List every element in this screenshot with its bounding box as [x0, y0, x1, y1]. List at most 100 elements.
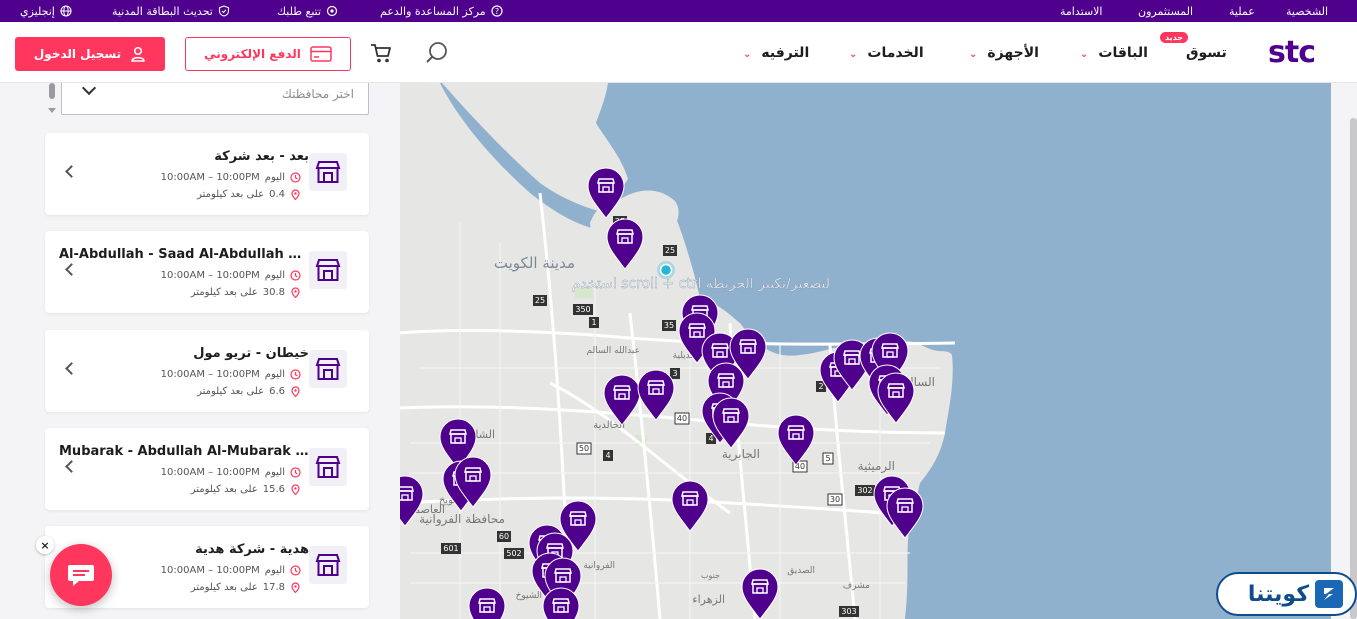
top-utility-bar: الشخصية عملية المستثمرون الاستدامة ? مرك…	[0, 0, 1357, 22]
topbar-business-label: عملية	[1229, 4, 1255, 18]
road-shield: 1	[589, 317, 599, 328]
location-pin-icon	[290, 189, 301, 201]
store-card[interactable]: بعد - بعد شركة اليوم 10:00AM – 10:00PM 0…	[45, 133, 369, 215]
nav-shop-label: تسوق	[1186, 45, 1227, 61]
store-icon	[309, 546, 347, 584]
store-distance-value: 17.8	[262, 582, 285, 593]
road-shield: 302	[855, 485, 875, 496]
road-shield: 25	[663, 245, 677, 256]
list-scroll-handle[interactable]	[47, 83, 57, 117]
store-icon	[309, 448, 347, 486]
topbar-investors-label: المستثمرون	[1138, 4, 1194, 18]
road-shield: 25	[533, 295, 547, 306]
topbar-sustainability-link[interactable]: الاستدامة	[1060, 0, 1103, 22]
map-place-label: الصديق	[787, 566, 815, 576]
clock-icon	[290, 369, 301, 380]
topbar-language-switch[interactable]: إنجليزي	[20, 0, 72, 22]
store-distance: 0.4 على بعد كيلومتر	[197, 189, 301, 201]
nav-entertainment[interactable]: الترفيه ⌄	[743, 42, 809, 64]
map-place-label: عبدالله السالم	[587, 346, 640, 356]
store-distance: 15.6 على بعد كيلومتر	[190, 484, 301, 496]
store-hours-label: اليوم	[264, 369, 285, 380]
nav-entertainment-label: الترفيه	[761, 45, 810, 61]
store-hours-label: اليوم	[264, 467, 285, 478]
nav-plans[interactable]: الباقات ⌄	[1080, 42, 1148, 64]
store-distance: 6.6 على بعد كيلومتر	[197, 386, 301, 398]
store-distance-suffix: على بعد كيلومتر	[190, 582, 258, 593]
epayment-button[interactable]: الدفع الإلكتروني	[185, 37, 351, 71]
svg-text:4: 4	[605, 451, 610, 460]
map-place-label: الجابرية	[722, 447, 760, 462]
page-scrollbar-thumb[interactable]	[1350, 118, 1357, 619]
stc-logo[interactable]: stc	[1268, 35, 1316, 70]
svg-text:30: 30	[830, 495, 840, 504]
store-distance-suffix: على بعد كيلومتر	[190, 484, 258, 495]
topbar-language-label: إنجليزي	[20, 4, 55, 18]
store-distance-suffix: على بعد كيلومتر	[197, 386, 265, 397]
location-pin-icon	[290, 287, 301, 299]
road-shield: 30	[827, 493, 843, 506]
chevron-down-icon: ⌄	[1080, 48, 1089, 60]
store-hours: اليوم 10:00AM – 10:00PM	[161, 369, 301, 380]
store-card[interactable]: خيطان - تريو مول اليوم 10:00AM – 10:00PM…	[45, 330, 369, 412]
stores-map[interactable]: مدينة الكويت استخدم scroll + ctrl لتصغير…	[400, 83, 1331, 619]
clock-icon	[290, 172, 301, 183]
clock-icon	[290, 270, 301, 281]
chevron-left-icon	[65, 460, 78, 473]
chat-bubble-icon	[68, 565, 94, 586]
new-badge: جديد	[1160, 32, 1189, 43]
topbar-track-order-link[interactable]: تتبع طلبك	[277, 0, 338, 22]
search-icon[interactable]	[424, 40, 450, 70]
chat-button[interactable]	[50, 544, 112, 606]
store-distance-value: 0.4	[269, 189, 285, 200]
nav-devices[interactable]: الأجهزة ⌄	[969, 42, 1039, 64]
store-name: بعد - بعد شركة	[214, 149, 309, 164]
store-name: Al-Abdullah - Saad Al-Abdullah Co...	[59, 247, 309, 262]
topbar-help-center-label: مركز المساعدة والدعم	[380, 4, 486, 18]
login-label: تسجيل الدخول	[33, 47, 122, 61]
road-shield: 60	[497, 531, 511, 542]
store-hours-value: 10:00AM – 10:00PM	[160, 467, 260, 478]
road-shield: 3	[670, 368, 680, 379]
store-card[interactable]: Al-Abdullah - Saad Al-Abdullah Co... الي…	[45, 231, 369, 313]
topbar-business-link[interactable]: عملية	[1229, 0, 1255, 22]
governorate-select[interactable]: اختر محافظتك	[61, 83, 369, 115]
topbar-personal-link[interactable]: الشخصية	[1286, 0, 1328, 22]
svg-text:35: 35	[664, 321, 674, 330]
store-icon	[309, 153, 347, 191]
map-place-label: الزهراء	[692, 593, 725, 606]
map-scroll-hint: استخدم scroll + ctrl لتصغير/تكبير الخريط…	[572, 276, 830, 292]
svg-text:60: 60	[499, 532, 509, 541]
cart-icon[interactable]	[368, 41, 394, 69]
store-hours-value: 10:00AM – 10:00PM	[160, 369, 260, 380]
store-pin	[468, 587, 506, 619]
chevron-left-icon	[65, 362, 78, 375]
chevron-down-icon: ⌄	[969, 48, 978, 60]
store-card[interactable]: Mubarak - Abdullah Al-Mubarak Co... اليو…	[45, 428, 369, 510]
store-name: خيطان - تريو مول	[193, 346, 309, 361]
nav-services[interactable]: الخدمات ⌄	[849, 42, 924, 64]
svg-text:303: 303	[841, 607, 856, 616]
svg-text:350: 350	[575, 305, 590, 314]
nav-shop[interactable]: تسوق	[1186, 42, 1227, 64]
topbar-help-center-link[interactable]: ? مركز المساعدة والدعم	[380, 0, 503, 22]
chevron-left-icon	[65, 165, 78, 178]
chat-close-button[interactable]: ×	[36, 536, 54, 554]
nav-services-label: الخدمات	[867, 45, 924, 61]
store-distance-value: 6.6	[269, 386, 285, 397]
store-list-panel: اختر محافظتك بعد - بعد شركة اليوم 10:00A…	[0, 83, 400, 619]
clock-icon	[290, 565, 301, 576]
help-icon: ?	[491, 5, 503, 17]
store-distance-value: 15.6	[262, 484, 285, 495]
store-name: Mubarak - Abdullah Al-Mubarak Co...	[59, 444, 309, 459]
store-pin	[542, 587, 580, 619]
chevron-left-icon	[65, 263, 78, 276]
road-shield: 40	[674, 412, 690, 425]
topbar-civil-id-link[interactable]: تحديث البطاقة المدنية	[112, 0, 230, 22]
store-hours: اليوم 10:00AM – 10:00PM	[161, 565, 301, 576]
map-city-label: مدينة الكويت	[494, 254, 575, 272]
watermark-text: كويتنا	[1247, 581, 1309, 607]
topbar-investors-link[interactable]: المستثمرون	[1138, 0, 1193, 22]
login-button[interactable]: تسجيل الدخول	[15, 37, 165, 71]
road-shield: 5	[822, 452, 834, 465]
